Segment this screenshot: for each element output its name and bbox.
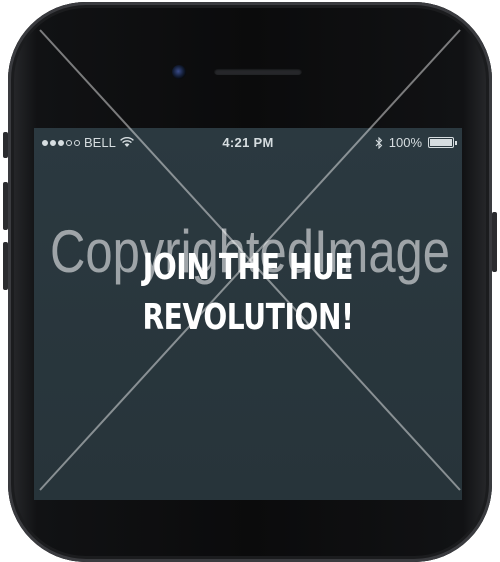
phone-screen: BELL 4:21 PM 100% JOIN THE HUE REVOLUTIO…	[34, 128, 462, 500]
volume-down-button	[3, 242, 8, 290]
battery-percent: 100%	[388, 135, 422, 150]
bluetooth-icon	[375, 136, 383, 149]
headline: JOIN THE HUE REVOLUTION!	[81, 243, 415, 343]
status-bar: BELL 4:21 PM 100%	[34, 128, 462, 156]
earpiece-speaker	[214, 68, 302, 75]
headline-line-2: REVOLUTION!	[142, 297, 354, 338]
status-right: 100%	[375, 135, 457, 150]
front-camera	[172, 65, 186, 79]
power-button	[492, 212, 497, 272]
headline-line-1: JOIN THE HUE	[142, 247, 354, 288]
battery-fill	[430, 139, 452, 146]
mute-switch	[3, 132, 8, 158]
volume-up-button	[3, 182, 8, 230]
battery-icon	[428, 137, 457, 148]
